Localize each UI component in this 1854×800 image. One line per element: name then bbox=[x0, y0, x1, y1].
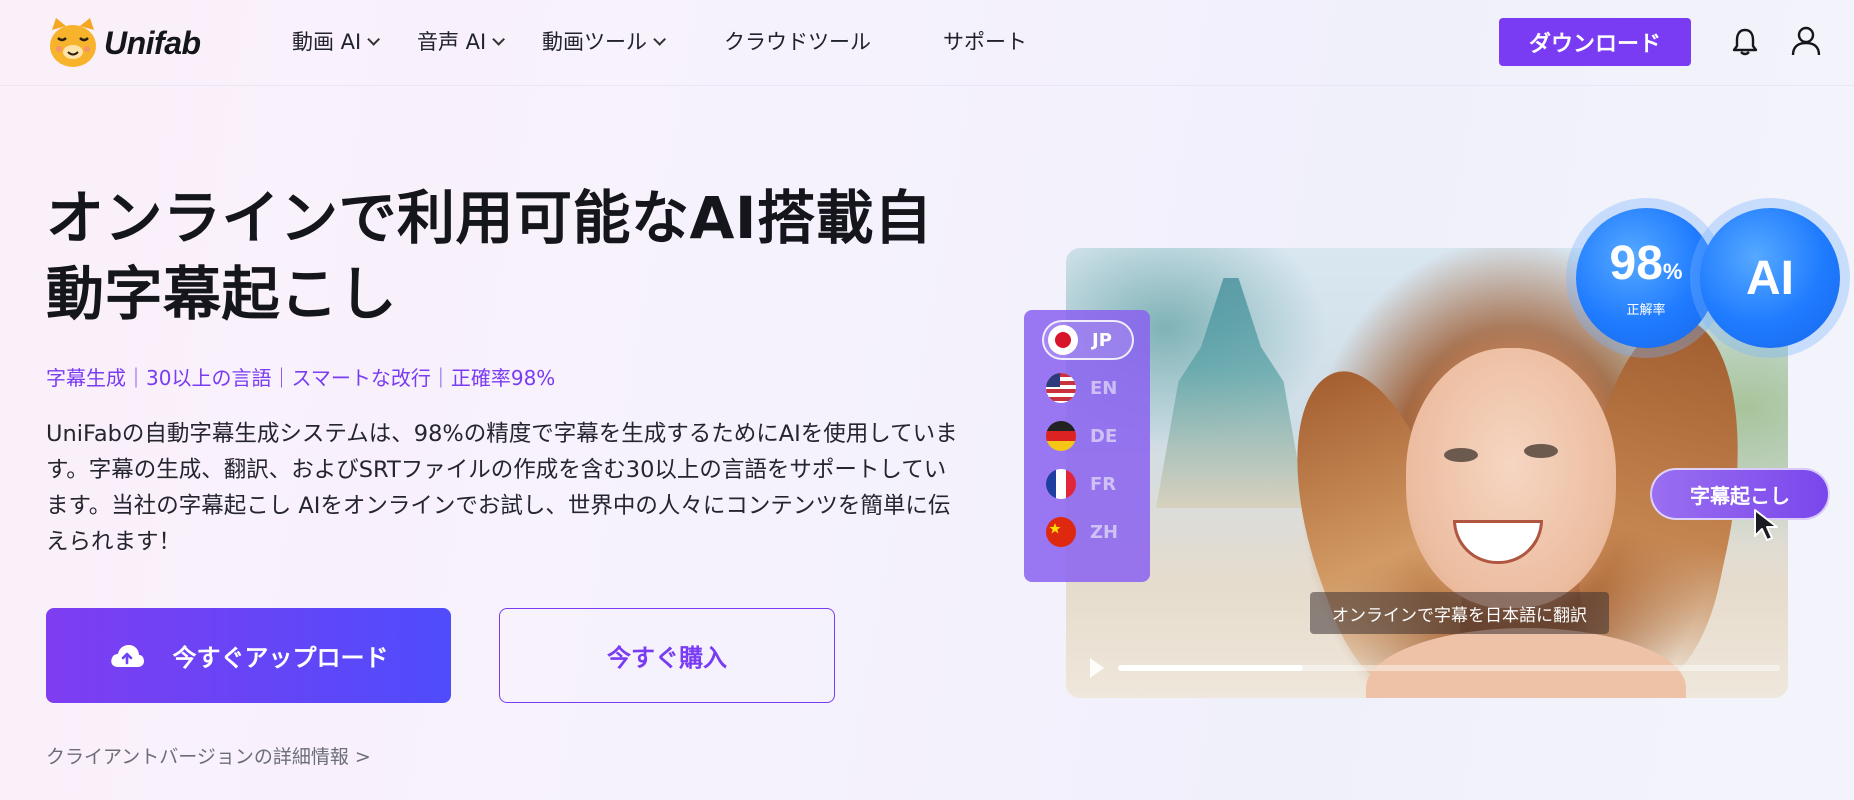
buy-now-button[interactable]: 今すぐ購入 bbox=[499, 608, 835, 703]
hero-visual: オンラインで字幕を日本語に翻訳 JP EN DE FR ZH 98% 正解率 A… bbox=[1024, 208, 1840, 708]
upload-now-button[interactable]: 今すぐアップロード bbox=[46, 608, 451, 703]
feature-list: 字幕生成｜30以上の言語｜スマートな改行｜正確率98% bbox=[46, 366, 556, 390]
background-castle bbox=[1156, 278, 1306, 508]
nav-video-ai[interactable]: 動画 AI bbox=[292, 26, 381, 56]
lang-code: FR bbox=[1090, 473, 1117, 495]
subtitle-transcribe-chip[interactable]: 字幕起こし bbox=[1650, 468, 1830, 520]
site-header: Unifab 動画 AI 音声 AI 動画ツール クラウドツール サポート ダウ… bbox=[0, 0, 1854, 86]
upload-now-label: 今すぐアップロード bbox=[172, 644, 389, 672]
video-progress-bar[interactable] bbox=[1090, 654, 1780, 682]
progress-fill bbox=[1118, 665, 1304, 671]
china-flag-icon bbox=[1046, 517, 1076, 547]
france-flag-icon bbox=[1046, 469, 1076, 499]
right-eye bbox=[1524, 444, 1558, 458]
nav-cloud-tools[interactable]: クラウドツール bbox=[724, 26, 871, 56]
download-button[interactable]: ダウンロード bbox=[1499, 18, 1691, 66]
hero-title: オンラインで利用可能なAI搭載自 動字幕起こし bbox=[46, 180, 966, 332]
accuracy-value: 98% bbox=[1609, 236, 1683, 297]
cat-logo-icon bbox=[46, 16, 100, 70]
lang-option-zh[interactable]: ZH bbox=[1042, 512, 1134, 552]
lang-code: EN bbox=[1090, 377, 1118, 399]
nav-support[interactable]: サポート bbox=[943, 26, 1027, 56]
mouse-cursor-icon bbox=[1752, 508, 1782, 542]
lang-code: DE bbox=[1090, 425, 1118, 447]
bell-icon[interactable] bbox=[1731, 27, 1759, 57]
accuracy-label: 正解率 bbox=[1626, 302, 1666, 318]
subtitle-caption: オンラインで字幕を日本語に翻訳 bbox=[1310, 592, 1609, 634]
us-flag-icon bbox=[1046, 373, 1076, 403]
user-icon[interactable] bbox=[1790, 25, 1822, 57]
nav-audio-ai[interactable]: 音声 AI bbox=[417, 26, 506, 56]
cloud-upload-icon bbox=[109, 643, 145, 669]
lang-code: ZH bbox=[1090, 521, 1119, 543]
ai-badge: AI bbox=[1700, 208, 1840, 348]
accuracy-badge: 98% 正解率 bbox=[1576, 208, 1716, 348]
lang-option-jp[interactable]: JP bbox=[1042, 320, 1134, 360]
accuracy-number: 98 bbox=[1609, 236, 1663, 290]
hero-description: UniFabの自動字幕生成システムは、98%の精度で字幕を生成するためにAIを使… bbox=[46, 421, 958, 555]
germany-flag-icon bbox=[1046, 421, 1076, 451]
language-selector: JP EN DE FR ZH bbox=[1024, 310, 1150, 582]
lang-option-en[interactable]: EN bbox=[1042, 368, 1134, 408]
hero-title-line-2: 動字幕起こし bbox=[46, 260, 398, 328]
logo-text: Unifab bbox=[104, 24, 201, 61]
accuracy-unit: % bbox=[1662, 258, 1683, 284]
lang-option-de[interactable]: DE bbox=[1042, 416, 1134, 456]
client-version-link[interactable]: クライアントバージョンの詳細情報 > bbox=[46, 742, 371, 769]
play-icon[interactable] bbox=[1090, 658, 1104, 678]
nav-video-tools[interactable]: 動画ツール bbox=[542, 26, 666, 56]
japan-flag-icon bbox=[1048, 325, 1078, 355]
nav-audio-ai-label: 音声 AI bbox=[417, 30, 487, 54]
progress-track[interactable] bbox=[1118, 665, 1780, 671]
nav-video-ai-label: 動画 AI bbox=[292, 30, 362, 54]
smiling-face bbox=[1406, 348, 1616, 608]
chevron-down-icon bbox=[653, 32, 666, 46]
unifab-logo[interactable]: Unifab bbox=[46, 16, 201, 70]
nav-cloud-tools-label: クラウドツール bbox=[724, 30, 871, 54]
chevron-down-icon bbox=[492, 32, 506, 46]
hero-title-line-1: オンラインで利用可能なAI搭載自 bbox=[46, 184, 933, 252]
lang-code: JP bbox=[1092, 329, 1112, 351]
nav-video-tools-label: 動画ツール bbox=[542, 30, 647, 54]
nav-support-label: サポート bbox=[943, 30, 1027, 54]
lang-option-fr[interactable]: FR bbox=[1042, 464, 1134, 504]
left-eye bbox=[1444, 448, 1478, 462]
chevron-down-icon bbox=[367, 32, 381, 46]
